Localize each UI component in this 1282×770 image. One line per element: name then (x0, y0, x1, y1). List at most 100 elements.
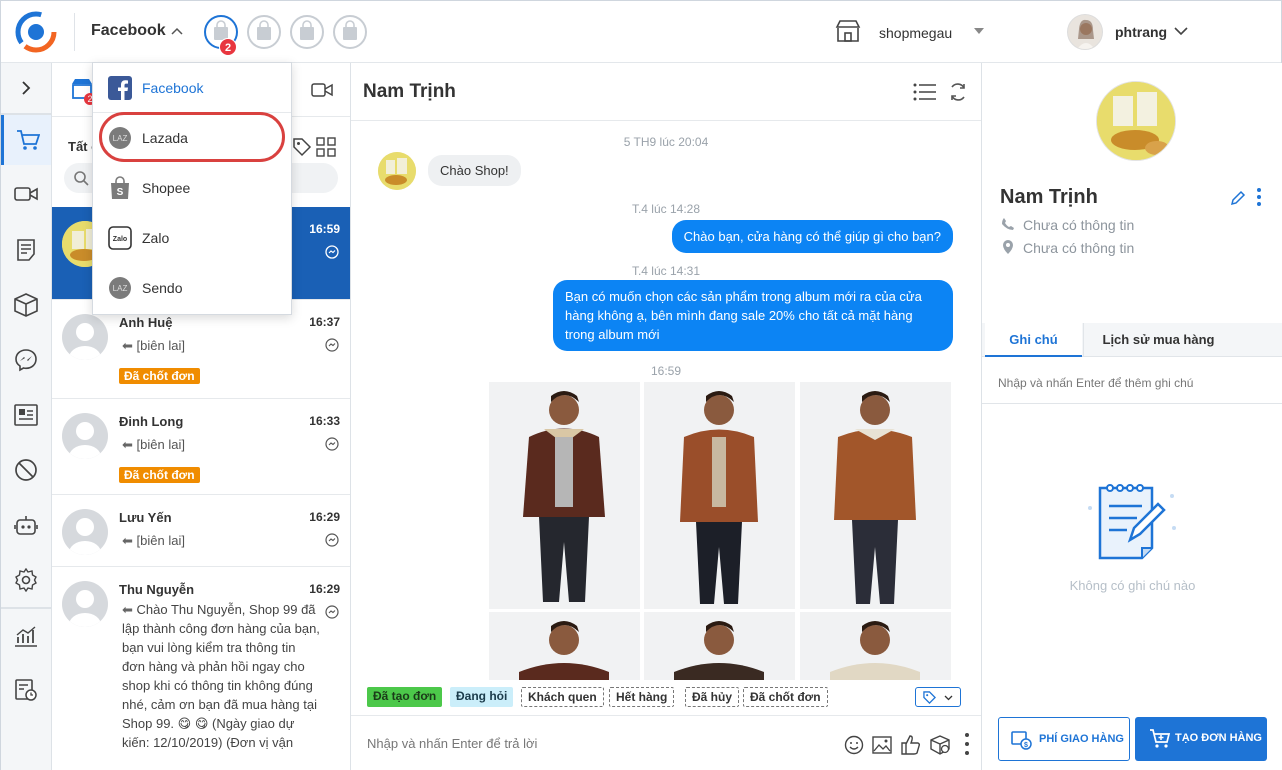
conversation-item[interactable]: Lưu Yến 16:29 ⬅ [biên lai] (52, 495, 350, 567)
create-order-button[interactable]: TẠO ĐƠN HÀNG (1135, 717, 1267, 761)
tag-chip[interactable]: Đã tạo đơn (367, 687, 443, 707)
grid-icon[interactable] (316, 137, 336, 157)
nav-blocked[interactable] (1, 445, 51, 495)
nav-settings[interactable] (1, 555, 51, 605)
message-timestamp: T.4 lúc 14:28 (631, 202, 701, 216)
shop-bag-icon[interactable] (247, 15, 281, 49)
channel-option-label: Shopee (142, 180, 191, 196)
tab-purchase-history[interactable]: Lịch sử mua hàng (1083, 323, 1233, 357)
message-bubble-incoming: Chào Shop! (428, 155, 521, 186)
product-photo[interactable] (644, 612, 795, 680)
nav-history[interactable] (1, 665, 51, 715)
message-composer[interactable]: Nhập và nhấn Enter để trả lời (351, 715, 981, 770)
reply-icon: ⬅ (122, 338, 133, 353)
reply-icon: ⬅ (122, 602, 133, 617)
video-icon[interactable] (311, 83, 333, 97)
conversation-name: Anh Huệ (119, 315, 173, 330)
more-vertical-icon[interactable] (964, 732, 970, 756)
nav-chatbot[interactable] (1, 500, 51, 550)
image-icon[interactable] (872, 735, 892, 755)
channel-option-label: Zalo (142, 230, 170, 246)
tag-chip[interactable]: Hết hàng (609, 687, 675, 707)
shipping-icon: $ (1011, 731, 1032, 750)
tag-chip[interactable]: Đã hủy (685, 687, 740, 707)
more-vertical-icon[interactable] (1256, 187, 1262, 207)
store-icon[interactable] (835, 19, 861, 43)
customer-name: Nam Trịnh (1000, 186, 1098, 208)
svg-text:LAZ: LAZ (113, 284, 128, 293)
product-search-icon[interactable] (929, 734, 951, 756)
product-photo[interactable] (644, 382, 795, 609)
conversation-name: Lưu Yến (119, 510, 172, 525)
store-name[interactable]: shopmegau (879, 25, 952, 41)
product-photo[interactable] (800, 612, 951, 680)
chat-title: Nam Trịnh (363, 81, 456, 102)
tab-notes[interactable]: Ghi chú (985, 323, 1082, 357)
notepad-icon (1088, 484, 1176, 560)
channel-option-label: Facebook (142, 80, 204, 96)
tag-chip[interactable]: Đang hỏi (450, 687, 514, 707)
chevron-right-icon (22, 81, 31, 95)
avatar (1096, 81, 1176, 161)
conversation-time: 16:33 (309, 414, 340, 428)
sendo-icon: LAZ (109, 277, 131, 299)
app-logo[interactable] (15, 11, 57, 53)
product-photo[interactable] (489, 612, 640, 680)
product-photo[interactable] (489, 382, 640, 609)
nav-orders[interactable] (1, 225, 51, 275)
refresh-icon[interactable] (948, 82, 968, 102)
conversation-item[interactable]: Thu Nguyễn 16:29 ⬅ Chào Thu Nguyễn, Shop… (52, 567, 350, 770)
channel-option-facebook[interactable]: Facebook (93, 63, 291, 113)
document-icon (17, 239, 35, 261)
list-icon[interactable] (913, 83, 937, 101)
shop-bag-icon[interactable] (333, 15, 367, 49)
shop-bag-icon[interactable] (290, 15, 324, 49)
search-icon (74, 171, 89, 186)
avatar (378, 152, 416, 190)
chevron-up-icon[interactable] (171, 27, 183, 35)
nav-messenger[interactable] (1, 335, 51, 385)
like-icon[interactable] (900, 734, 922, 756)
facebook-icon (108, 76, 132, 100)
left-nav-rail (1, 63, 52, 770)
tag-chip[interactable]: Đã chốt đơn (743, 687, 828, 707)
chart-icon (15, 626, 37, 647)
channel-option-shopee[interactable]: S Shopee (93, 163, 291, 213)
nav-reports[interactable] (1, 611, 51, 661)
app-window: Facebook 2 shopmegau phtrang 2 Tất c 16:… (0, 0, 1282, 770)
channel-selector[interactable]: Facebook (91, 22, 166, 40)
note-input[interactable]: Nhập và nhấn Enter để thêm ghi chú (998, 376, 1193, 390)
nav-livestream[interactable] (1, 169, 51, 219)
shipping-fee-button[interactable]: $ PHÍ GIAO HÀNG (998, 717, 1130, 761)
conversation-item[interactable]: Đinh Long 16:33 ⬅ [biên lai] Đã chốt đơn (52, 399, 350, 495)
user-name[interactable]: phtrang (1115, 24, 1167, 40)
caret-down-icon[interactable] (974, 28, 984, 35)
bot-icon (14, 516, 38, 535)
avatar[interactable] (1067, 14, 1103, 50)
shop-count-badge: 2 (219, 38, 237, 56)
messenger-icon (325, 245, 339, 259)
message-input[interactable]: Nhập và nhấn Enter để trả lời (367, 736, 537, 751)
nav-products[interactable] (1, 280, 51, 330)
conversation-name: Đinh Long (119, 414, 184, 429)
conversation-preview: ⬅ Chào Thu Nguyễn, Shop 99 đã lập thành … (122, 602, 320, 750)
nav-sales-chat[interactable] (1, 115, 51, 165)
channel-option-zalo[interactable]: Zalo Zalo (93, 213, 291, 263)
video-icon (14, 187, 38, 201)
product-photo[interactable] (800, 382, 951, 609)
emoji-icon[interactable] (844, 735, 864, 755)
conversation-name: Thu Nguyễn (119, 582, 195, 597)
customer-address: Chưa có thông tin (1023, 240, 1135, 256)
edit-icon[interactable] (1230, 190, 1246, 206)
channel-option-sendo[interactable]: LAZ Sendo (93, 263, 291, 313)
zalo-icon: Zalo (108, 226, 132, 250)
avatar (62, 509, 108, 555)
channel-dropdown: Facebook LAZ Lazada S Shopee Zalo Zalo L… (92, 62, 292, 315)
tag-menu-button[interactable] (915, 687, 961, 707)
chevron-down-icon[interactable] (1174, 27, 1188, 36)
messenger-icon (325, 533, 339, 547)
tag-chip[interactable]: Khách quen (521, 687, 604, 707)
expand-nav-button[interactable] (1, 63, 51, 113)
nav-customers[interactable] (1, 390, 51, 440)
tag-icon[interactable] (292, 137, 312, 157)
